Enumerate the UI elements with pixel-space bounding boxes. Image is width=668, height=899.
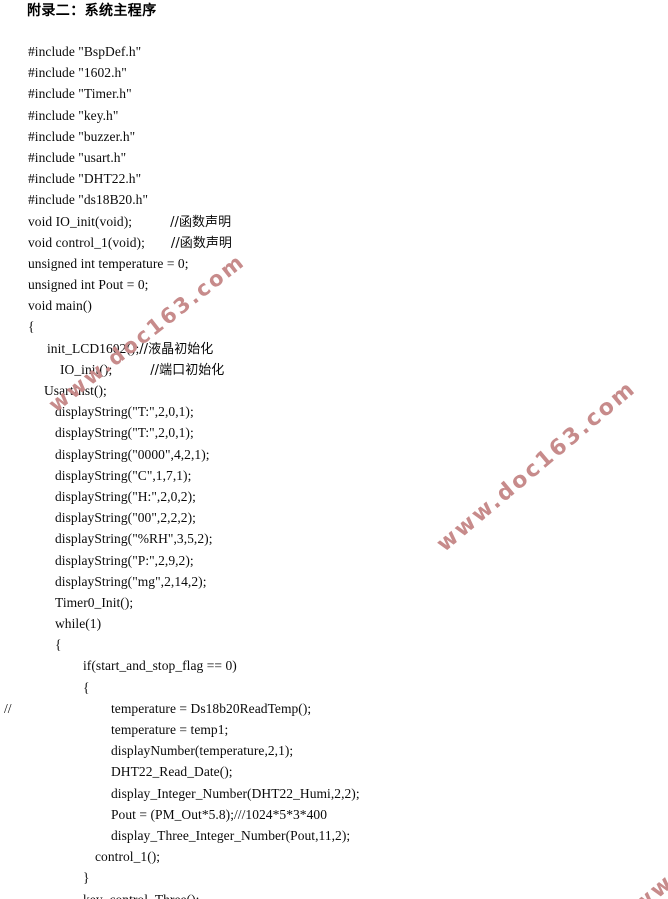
code-text: Pout = (PM_Out*5.8);///1024*5*3*400 — [111, 806, 328, 822]
code-text: { — [55, 637, 62, 653]
code-text: display_Three_Integer_Number(Pout,11,2); — [111, 827, 351, 843]
code-text: if(start_and_stop_flag == 0) — [83, 658, 237, 674]
code-line: { — [0, 316, 668, 337]
code-text: #include "1602.h" — [28, 65, 127, 81]
code-line: displayNumber(temperature,2,1); — [0, 740, 668, 761]
code-line: #include "BspDef.h" — [0, 41, 668, 62]
code-line: #include "usart.h" — [0, 147, 668, 168]
code-line: displayString("0000",4,2,1); — [0, 444, 668, 465]
code-text: DHT22_Read_Date(); — [111, 764, 233, 780]
code-line: displayString("C",1,7,1); — [0, 465, 668, 486]
code-line: temperature = temp1; — [0, 719, 668, 740]
code-text: UsartInst(); — [44, 383, 107, 398]
code-line: void main() — [0, 295, 668, 316]
document-page: 附录二：系统主程序 #include "BspDef.h" #include "1… — [0, 0, 668, 899]
code-text: displayString("H:",2,0,2); — [55, 488, 196, 504]
code-line: displayString("H:",2,0,2); — [0, 486, 668, 507]
code-line: #include "DHT22.h" — [0, 168, 668, 189]
code-line: #include "1602.h" — [0, 62, 668, 83]
code-text: void IO_init(void); — [28, 213, 133, 229]
code-line: IO_init(); //端口初始化 — [0, 359, 668, 380]
code-text: display_Integer_Number(DHT22_Humi,2,2); — [111, 785, 360, 801]
code-text: #include "key.h" — [28, 107, 119, 123]
code-text: while(1) — [55, 616, 102, 632]
code-line: { — [0, 634, 668, 655]
code-line: UsartInst(); — [0, 380, 668, 401]
code-text: unsigned int Pout = 0; — [28, 277, 149, 293]
code-text: displayString("00",2,2,2); — [55, 510, 196, 526]
code-text: { — [28, 319, 35, 335]
code-text: #include "buzzer.h" — [28, 128, 136, 144]
code-comment: //端口初始化 — [150, 362, 225, 378]
code-line: displayString("mg",2,14,2); — [0, 571, 668, 592]
code-text: #include "usart.h" — [28, 149, 127, 165]
code-text: displayString("P:",2,9,2); — [55, 552, 194, 568]
code-line: displayString("T:",2,0,1); — [0, 422, 668, 443]
code-line: Pout = (PM_Out*5.8);///1024*5*3*400 — [0, 804, 668, 825]
code-line: DHT22_Read_Date(); — [0, 761, 668, 782]
code-line: displayString("%RH",3,5,2); — [0, 528, 668, 549]
code-block: #include "BspDef.h" #include "1602.h" #inc… — [0, 41, 668, 899]
code-text: displayString("0000",4,2,1); — [55, 446, 210, 462]
code-line: while(1) — [0, 613, 668, 634]
code-text: { — [83, 679, 90, 695]
page-title: 附录二：系统主程序 — [27, 4, 157, 19]
code-text: control_1(); — [95, 849, 161, 865]
code-text: unsigned int temperature = 0; — [28, 255, 189, 271]
code-line: #include "ds18B20.h" — [0, 189, 668, 210]
code-line: init_LCD1602();//液晶初始化 — [0, 338, 668, 359]
comment-marker: // — [4, 700, 12, 716]
code-line: { — [0, 677, 668, 698]
code-text: void main() — [28, 298, 92, 314]
code-comment: //液晶初始化 — [139, 341, 214, 357]
code-text: #include "Timer.h" — [28, 86, 132, 102]
code-text: } — [83, 870, 90, 886]
code-line: // temperature = Ds18b20ReadTemp(); — [0, 698, 668, 719]
code-line: #include "Timer.h" — [0, 83, 668, 104]
code-line: #include "key.h" — [0, 105, 668, 126]
code-text: #include "ds18B20.h" — [28, 192, 149, 208]
code-line: unsigned int temperature = 0; — [0, 253, 668, 274]
code-text: displayString("%RH",3,5,2); — [55, 531, 213, 547]
code-text: IO_init(); — [60, 361, 113, 377]
code-text: #include "DHT22.h" — [28, 171, 142, 187]
code-text: #include "BspDef.h" — [28, 44, 142, 59]
code-line: displayString("T:",2,0,1); — [0, 401, 668, 422]
code-line: void control_1(void); //函数声明 — [0, 232, 668, 253]
code-comment: //函数声明 — [170, 235, 232, 251]
code-line: if(start_and_stop_flag == 0) — [0, 655, 668, 676]
code-line: unsigned int Pout = 0; — [0, 274, 668, 295]
code-text: displayString("T:",2,0,1); — [55, 425, 194, 441]
code-text: void control_1(void); — [28, 234, 145, 250]
code-text: init_LCD1602(); — [47, 340, 140, 356]
code-text: Timer0_Init(); — [55, 594, 134, 610]
code-line: key_control_Three(); — [0, 889, 668, 899]
code-line: display_Three_Integer_Number(Pout,11,2); — [0, 825, 668, 846]
code-text: temperature = temp1; — [111, 722, 229, 737]
code-text: displayString("T:",2,0,1); — [55, 404, 194, 420]
code-text: key_control_Three(); — [83, 891, 200, 899]
code-text: displayString("C",1,7,1); — [55, 467, 192, 483]
code-line: display_Integer_Number(DHT22_Humi,2,2); — [0, 783, 668, 804]
code-text: temperature = Ds18b20ReadTemp(); — [111, 700, 312, 716]
code-line: control_1(); — [0, 846, 668, 867]
code-line: Timer0_Init(); — [0, 592, 668, 613]
code-line: void IO_init(void); //函数声明 — [0, 211, 668, 232]
code-text: displayString("mg",2,14,2); — [55, 573, 207, 589]
code-comment: //函数声明 — [170, 214, 232, 230]
code-line: #include "buzzer.h" — [0, 126, 668, 147]
code-line: displayString("00",2,2,2); — [0, 507, 668, 528]
code-line: displayString("P:",2,9,2); — [0, 550, 668, 571]
code-line: } — [0, 867, 668, 888]
code-text: displayNumber(temperature,2,1); — [111, 743, 294, 759]
